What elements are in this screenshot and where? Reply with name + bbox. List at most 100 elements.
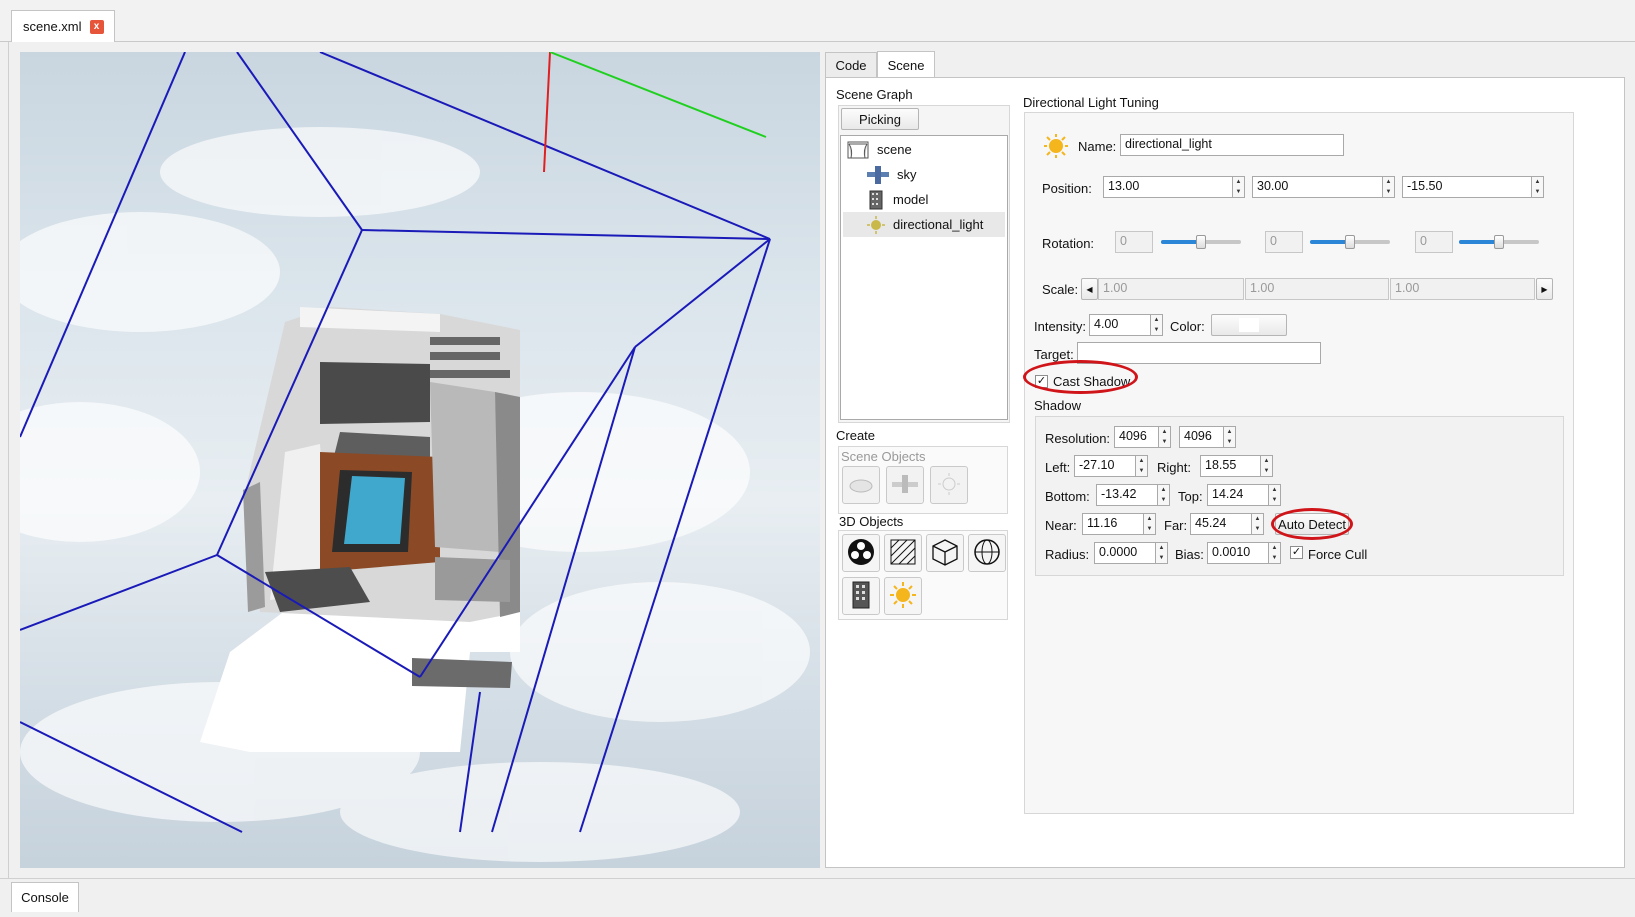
tab-code-label: Code — [835, 57, 867, 73]
position-z-spinner[interactable]: ▲ ▼ — [1532, 176, 1544, 198]
rotation-z-slider[interactable] — [1459, 235, 1539, 249]
resolution-height-input[interactable]: 4096 — [1179, 426, 1224, 448]
create-particles-button[interactable] — [842, 534, 880, 572]
right-spinner[interactable]: ▲ ▼ — [1261, 455, 1273, 477]
near-spinner[interactable]: ▲ ▼ — [1144, 513, 1156, 535]
position-x-spinner[interactable]: ▲ ▼ — [1233, 176, 1245, 198]
file-tab-label: scene.xml — [23, 19, 82, 34]
create-model-button[interactable] — [842, 577, 880, 615]
bias-spinner[interactable]: ▲ ▼ — [1269, 542, 1281, 564]
position-y-input[interactable]: 30.00 — [1252, 176, 1383, 198]
top-label: Top: — [1178, 489, 1203, 504]
cube-icon — [931, 538, 959, 569]
cloud-icon — [848, 474, 874, 497]
rotation-y-input[interactable]: 0 — [1265, 231, 1303, 253]
name-label: Name: — [1078, 139, 1117, 154]
top-input[interactable]: 14.24 — [1207, 484, 1269, 506]
3d-viewport[interactable] — [20, 52, 820, 868]
console-tab-label: Console — [21, 890, 69, 905]
radius-spinner[interactable]: ▲ ▼ — [1156, 542, 1168, 564]
console-tab[interactable]: Console — [11, 882, 79, 912]
position-label: Position: — [1042, 181, 1092, 196]
create-directional-light-button[interactable] — [884, 577, 922, 615]
tree-item-label: scene — [877, 142, 912, 157]
tab-code[interactable]: Code — [825, 52, 877, 77]
rotation-x-input[interactable]: 0 — [1115, 231, 1153, 253]
intensity-input[interactable]: 4.00 — [1089, 314, 1151, 336]
tree-item-directional-light[interactable]: directional_light — [843, 212, 1005, 237]
position-y-spinner[interactable]: ▲ ▼ — [1383, 176, 1395, 198]
name-input[interactable]: directional_light — [1120, 134, 1344, 156]
top-spinner[interactable]: ▲ ▼ — [1269, 484, 1281, 506]
close-icon[interactable]: x — [89, 19, 104, 34]
position-x-input[interactable]: 13.00 — [1103, 176, 1233, 198]
scale-z-input[interactable]: 1.00 — [1390, 278, 1535, 300]
create-light-button[interactable] — [930, 466, 968, 504]
right-label: Right: — [1157, 460, 1191, 475]
tree-item-label: sky — [897, 167, 917, 182]
far-spinner[interactable]: ▲ ▼ — [1252, 513, 1264, 535]
building-icon — [849, 580, 873, 613]
resolution-width-spinner[interactable]: ▲ ▼ — [1159, 426, 1171, 448]
tree-item-sky[interactable]: sky — [843, 162, 1005, 187]
sphere-icon — [973, 538, 1001, 569]
tree-item-scene[interactable]: scene — [843, 137, 1005, 162]
bias-input[interactable]: 0.0010 — [1207, 542, 1269, 564]
create-skybox-button[interactable] — [842, 466, 880, 504]
scale-scroll-left[interactable]: ◀ — [1081, 278, 1098, 300]
create-sphere-button[interactable] — [968, 534, 1006, 572]
force-cull-checkbox[interactable]: ✓ — [1290, 546, 1303, 559]
building-model — [243, 307, 520, 622]
editor-tab-bar — [0, 0, 1635, 42]
right-input[interactable]: 18.55 — [1200, 455, 1261, 477]
color-picker-button[interactable] — [1211, 314, 1287, 336]
scale-y-input[interactable]: 1.00 — [1245, 278, 1389, 300]
far-input[interactable]: 45.24 — [1190, 513, 1252, 535]
annotation-ring-cast-shadow — [1023, 360, 1138, 394]
rotation-z-input[interactable]: 0 — [1415, 231, 1453, 253]
tab-scene[interactable]: Scene — [877, 51, 935, 78]
picking-button-label: Picking — [859, 111, 901, 127]
bias-label: Bias: — [1175, 547, 1204, 562]
intensity-label: Intensity: — [1034, 319, 1087, 334]
scale-x-input[interactable]: 1.00 — [1098, 278, 1244, 300]
slider-fill — [1161, 240, 1201, 244]
create-plane-button[interactable] — [884, 534, 922, 572]
resolution-height-spinner[interactable]: ▲ ▼ — [1224, 426, 1236, 448]
slider-thumb[interactable] — [1196, 235, 1206, 249]
near-input[interactable]: 11.16 — [1082, 513, 1144, 535]
left-input[interactable]: -27.10 — [1074, 455, 1136, 477]
slider-thumb[interactable] — [1345, 235, 1355, 249]
sun-icon — [867, 215, 885, 234]
tree-item-model[interactable]: model — [843, 187, 1005, 212]
resolution-width-input[interactable]: 4096 — [1114, 426, 1159, 448]
color-label: Color: — [1170, 319, 1205, 334]
left-label: Left: — [1045, 460, 1071, 475]
rotation-x-slider[interactable] — [1161, 235, 1241, 249]
sun-icon — [889, 581, 917, 612]
rotation-y-slider[interactable] — [1310, 235, 1390, 249]
intensity-spinner[interactable]: ▲ ▼ — [1151, 314, 1163, 336]
annotation-ring-auto-detect — [1271, 508, 1353, 540]
viewport-scene — [20, 52, 810, 862]
bottom-spinner[interactable]: ▲ ▼ — [1158, 484, 1170, 506]
inspector-panel: Code Scene Scene Graph Picking scene sky — [825, 51, 1625, 868]
far-label: Far: — [1164, 518, 1188, 533]
slider-thumb[interactable] — [1494, 235, 1504, 249]
bottom-label: Bottom: — [1045, 489, 1090, 504]
position-z-input[interactable]: -15.50 — [1402, 176, 1532, 198]
light-bulb-icon — [937, 472, 961, 499]
file-tab-scene-xml[interactable]: scene.xml x — [11, 10, 115, 42]
scale-scroll-right[interactable]: ▶ — [1536, 278, 1553, 300]
radius-label: Radius: — [1045, 547, 1090, 562]
plane-icon — [889, 538, 917, 569]
left-spinner[interactable]: ▲ ▼ — [1136, 455, 1148, 477]
target-input[interactable] — [1077, 342, 1321, 364]
scene-objects-title: Scene Objects — [841, 449, 926, 464]
picking-button[interactable]: Picking — [841, 108, 919, 130]
bottom-input[interactable]: -13.42 — [1096, 484, 1158, 506]
create-sky-button[interactable] — [886, 466, 924, 504]
create-box-button[interactable] — [926, 534, 964, 572]
radius-input[interactable]: 0.0000 — [1094, 542, 1156, 564]
sun-icon — [1043, 133, 1069, 159]
